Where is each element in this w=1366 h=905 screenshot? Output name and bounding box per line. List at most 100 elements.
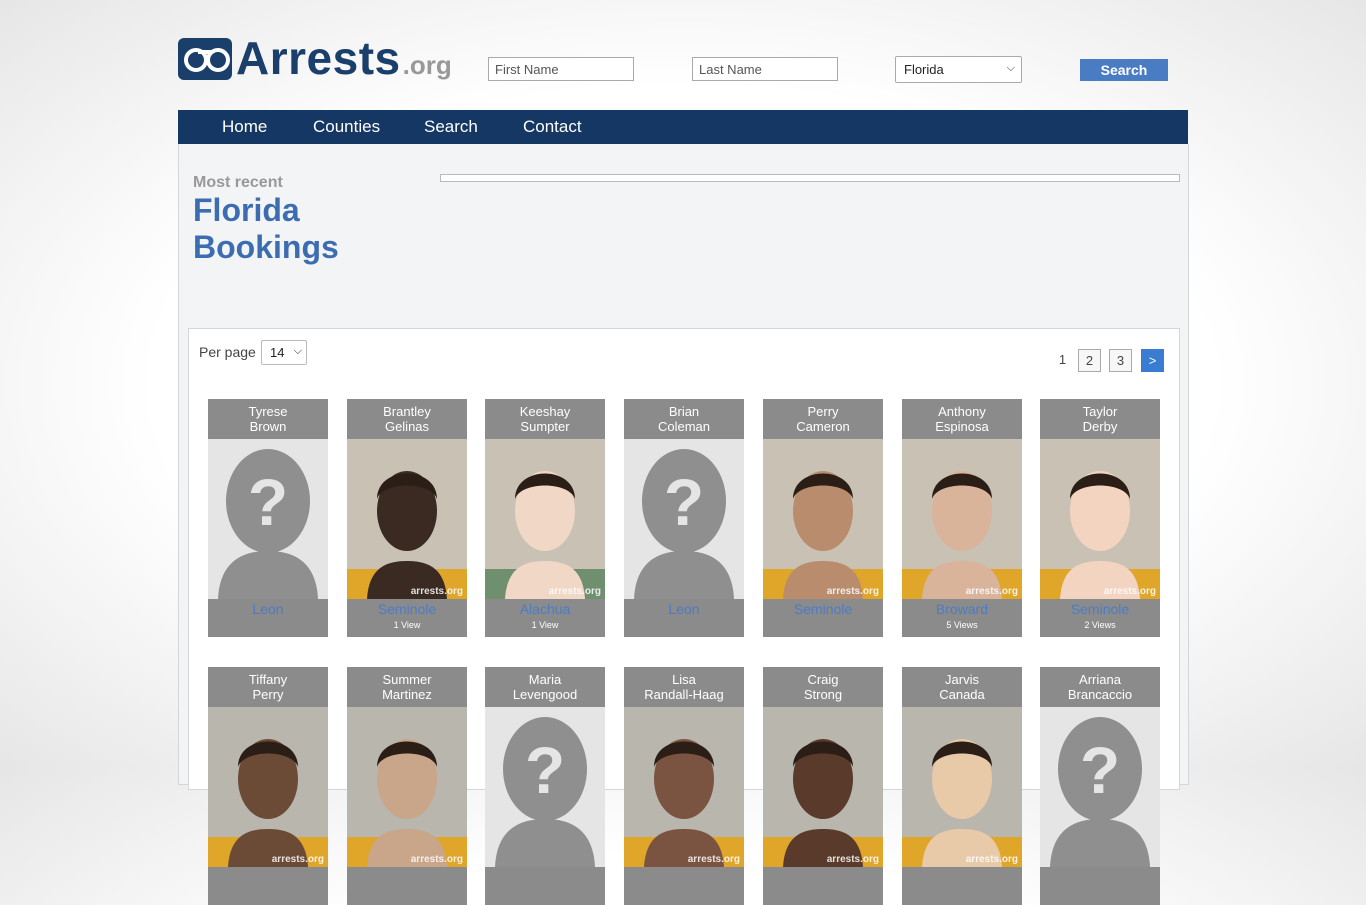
state-select[interactable]: Florida ⌵ [895,56,1022,83]
search-button[interactable]: Search [1080,59,1168,81]
page-title-line2: Bookings [193,229,339,265]
mugshot-image [902,739,1022,867]
no-photo-placeholder[interactable]: ? [208,439,328,599]
booking-card[interactable]: Taylor Derby arrests.org Seminole 2 Views [1040,399,1160,637]
content-panel: Most recent Florida Bookings Per page 14… [178,144,1189,905]
booking-card[interactable]: Brantley Gelinas arrests.org Seminole 1 View [347,399,467,637]
booking-name[interactable]: Arriana Brancaccio [1040,667,1160,707]
mugshot-image [763,739,883,867]
mugshot-image [347,739,467,867]
booking-card[interactable]: Perry Cameron arrests.org Seminole [763,399,883,637]
booking-card[interactable]: Anthony Espinosa arrests.org Broward 5 Views [902,399,1022,637]
nav-home[interactable]: Home [222,110,267,143]
booking-first-name: Lisa [672,672,696,687]
svg-text:?: ? [1080,733,1120,807]
booking-last-name: Espinosa [935,419,989,434]
page-link[interactable]: 2 [1078,349,1101,372]
booking-card[interactable]: Tyrese Brown? Leon [208,399,328,637]
booking-county-link[interactable]: Seminole [1040,599,1160,619]
booking-county-link[interactable]: Broward [902,599,1022,619]
booking-last-name: Randall-Haag [644,687,724,702]
watermark: arrests.org [826,586,879,597]
booking-first-name: Perry [807,404,839,419]
booking-card[interactable]: Arriana Brancaccio? [1040,667,1160,905]
booking-name[interactable]: Keeshay Sumpter [485,399,605,439]
page-link[interactable]: 3 [1109,349,1132,372]
last-name-input[interactable]: Last Name [692,57,838,81]
booking-county-link[interactable]: Alachua [485,599,605,619]
booking-name[interactable]: Taylor Derby [1040,399,1160,439]
booking-county-link[interactable]: Seminole [763,599,883,619]
booking-name[interactable]: Lisa Randall-Haag [624,667,744,707]
booking-last-name: Canada [939,687,985,702]
mugshot-photo[interactable]: arrests.org [485,439,605,599]
booking-card[interactable]: Tiffany Perry arrests.org [208,667,328,905]
booking-county-link[interactable]: Leon [624,599,744,619]
booking-last-name: Coleman [657,419,711,434]
booking-name[interactable]: Craig Strong [763,667,883,707]
booking-first-name: Tyrese [248,404,288,419]
page-title: Florida Bookings [193,192,339,266]
mugshot-image [1040,471,1160,599]
watermark: arrests.org [826,854,879,865]
page-current: 1 [1058,352,1067,367]
booking-name[interactable]: Tyrese Brown [208,399,328,439]
booking-name[interactable]: Maria Levengood [485,667,605,707]
mugshot-image [208,739,328,867]
logo-text: Arrests [236,32,401,84]
booking-last-name: Cameron [796,419,850,434]
mugshot-photo[interactable]: arrests.org [347,439,467,599]
booking-first-name: Tiffany [248,672,288,687]
nav-counties[interactable]: Counties [313,110,380,143]
booking-name[interactable]: Jarvis Canada [902,667,1022,707]
booking-county-link[interactable]: Leon [208,599,328,619]
mugshot-photo[interactable]: arrests.org [624,707,744,867]
mugshot-photo[interactable]: arrests.org [763,439,883,599]
booking-name[interactable]: Tiffany Perry [208,667,328,707]
nav-contact[interactable]: Contact [523,110,582,143]
booking-first-name: Brantley [383,404,431,419]
state-select-value: Florida [904,62,944,77]
booking-name[interactable]: Anthony Espinosa [902,399,1022,439]
watermark: arrests.org [410,854,463,865]
no-photo-placeholder[interactable]: ? [1040,707,1160,867]
booking-card[interactable]: Brian Coleman? Leon [624,399,744,637]
mugshot-photo[interactable]: arrests.org [902,439,1022,599]
booking-card[interactable]: Keeshay Sumpter arrests.org Alachua 1 View [485,399,605,637]
silhouette-icon: ? [495,717,595,867]
watermark: arrests.org [1103,586,1156,597]
mugshot-photo[interactable]: arrests.org [902,707,1022,867]
booking-last-name: Perry [252,687,284,702]
booking-card[interactable]: Maria Levengood? [485,667,605,905]
first-name-input[interactable]: First Name [488,57,634,81]
booking-name[interactable]: Brian Coleman [624,399,744,439]
no-photo-placeholder[interactable]: ? [624,439,744,599]
per-page-select[interactable]: 14 ⌵ [261,340,307,365]
booking-card[interactable]: Jarvis Canada arrests.org [902,667,1022,905]
booking-last-name: Martinez [382,687,432,702]
svg-text:?: ? [248,465,288,539]
watermark: arrests.org [410,586,463,597]
booking-name[interactable]: Summer Martinez [347,667,467,707]
booking-card[interactable]: Summer Martinez arrests.org [347,667,467,905]
silhouette-icon: ? [1050,717,1150,867]
booking-county-link[interactable]: Seminole [347,599,467,619]
mugshot-photo[interactable]: arrests.org [763,707,883,867]
booking-name[interactable]: Brantley Gelinas [347,399,467,439]
ad-bar [440,174,1180,182]
mugshot-photo[interactable]: arrests.org [208,707,328,867]
no-photo-placeholder[interactable]: ? [485,707,605,867]
next-page-button[interactable]: > [1141,349,1164,372]
booking-card[interactable]: Craig Strong arrests.org [763,667,883,905]
heading-kicker: Most recent [193,174,283,191]
nav-search[interactable]: Search [424,110,478,143]
booking-views: 5 Views [946,620,978,630]
chevron-down-icon: ⌵ [1006,62,1015,74]
booking-name[interactable]: Perry Cameron [763,399,883,439]
site-logo[interactable]: Arrests .org [178,32,452,84]
booking-card[interactable]: Lisa Randall-Haag arrests.org [624,667,744,905]
mugshot-photo[interactable]: arrests.org [347,707,467,867]
booking-first-name: Maria [528,672,562,687]
mugshot-photo[interactable]: arrests.org [1040,439,1160,599]
booking-views: 2 Views [1084,620,1116,630]
